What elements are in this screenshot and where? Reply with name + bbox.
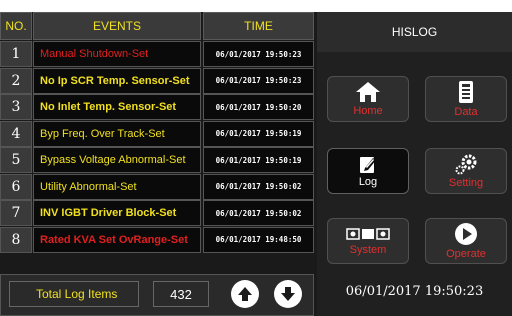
operate-button-label: Operate: [446, 248, 486, 260]
event-name: INV IGBT Driver Block-Set: [33, 200, 201, 226]
event-time: 06/01/2017 19:48:50: [203, 226, 314, 253]
table-row: 4 Byp Freq. Over Track-Set 06/01/2017 19:5…: [0, 120, 314, 147]
table-row: 5 Bypass Voltage Abnormal-Set 06/01/2017 1…: [0, 147, 314, 173]
log-edit-icon: [360, 157, 376, 173]
arrow-up-icon: [238, 287, 252, 301]
system-button[interactable]: System: [327, 218, 409, 264]
home-icon: [356, 82, 380, 102]
event-time: 06/01/2017 19:50:23: [203, 41, 314, 67]
event-time: 06/01/2017 19:50:23: [203, 67, 314, 94]
row-number: 5: [0, 147, 32, 173]
event-name: Rated KVA Set OvRange-Set: [33, 226, 201, 253]
event-time: 06/01/2017 19:50:19: [203, 120, 314, 147]
current-datetime: 06/01/2017 19:50:23: [345, 283, 484, 299]
event-time: 06/01/2017 19:50:02: [203, 173, 314, 200]
play-icon: [455, 223, 477, 245]
panel-title: HISLOG: [317, 12, 512, 52]
event-time: 06/01/2017 19:50:20: [203, 94, 314, 120]
setting-button-label: Setting: [448, 177, 484, 189]
table-row: 8 Rated KVA Set OvRange-Set 06/01/2017 19:…: [0, 226, 314, 253]
row-number: 1: [0, 41, 32, 67]
total-log-items-value: 432: [153, 281, 209, 307]
scroll-down-button[interactable]: [274, 280, 302, 308]
row-number: 4: [0, 120, 32, 147]
event-time: 06/01/2017 19:50:02: [203, 200, 314, 226]
event-name: Manual Shutdown-Set: [33, 41, 201, 67]
home-button-label: Home: [353, 105, 383, 117]
event-log-table: NO. EVENTS TIME 1 Manual Shutdown-Set 06/0…: [0, 12, 314, 274]
log-footer: Total Log Items 432: [0, 274, 314, 316]
data-device-icon: [459, 81, 473, 103]
event-name: Byp Freq. Over Track-Set: [33, 120, 201, 147]
data-button[interactable]: Data: [425, 76, 507, 122]
log-button[interactable]: Log: [327, 148, 409, 194]
row-number: 6: [0, 173, 32, 200]
operate-button[interactable]: Operate: [425, 218, 507, 264]
gears-icon: [455, 154, 477, 175]
scroll-up-button[interactable]: [231, 280, 259, 308]
hislog-screen: NO. EVENTS TIME 1 Manual Shutdown-Set 06/0…: [0, 12, 512, 316]
navigation-panel: HISLOG Home Data Log Setting System Oper…: [317, 12, 512, 316]
event-time: 06/01/2017 19:50:19: [203, 147, 314, 173]
table-row: 2 No Ip SCR Temp. Sensor-Set 06/01/2017 19…: [0, 67, 314, 94]
row-number: 3: [0, 94, 32, 120]
table-row: 1 Manual Shutdown-Set 06/01/2017 19:50:23: [0, 41, 314, 67]
system-icon: [346, 228, 390, 240]
system-button-label: System: [349, 244, 387, 256]
header-no: NO.: [0, 12, 32, 40]
setting-button[interactable]: Setting: [425, 148, 507, 194]
table-row: 7 INV IGBT Driver Block-Set 06/01/2017 19:…: [0, 200, 314, 226]
header-time: TIME: [203, 12, 314, 40]
event-name: No Inlet Temp. Sensor-Set: [33, 94, 201, 120]
event-name: Utility Abnormal-Set: [33, 173, 201, 200]
data-button-label: Data: [454, 106, 478, 118]
log-button-label: Log: [358, 176, 378, 188]
row-number: 2: [0, 67, 32, 94]
event-name: Bypass Voltage Abnormal-Set: [33, 147, 201, 173]
row-number: 7: [0, 200, 32, 226]
table-row: 3 No Inlet Temp. Sensor-Set 06/01/2017 19:…: [0, 94, 314, 120]
row-number: 8: [0, 226, 32, 253]
arrow-down-icon: [281, 287, 295, 301]
event-name: No Ip SCR Temp. Sensor-Set: [33, 67, 201, 94]
total-log-items-label: Total Log Items: [9, 281, 139, 307]
table-row: 6 Utility Abnormal-Set 06/01/2017 19:50:02: [0, 173, 314, 200]
home-button[interactable]: Home: [327, 76, 409, 122]
header-events: EVENTS: [33, 12, 201, 40]
